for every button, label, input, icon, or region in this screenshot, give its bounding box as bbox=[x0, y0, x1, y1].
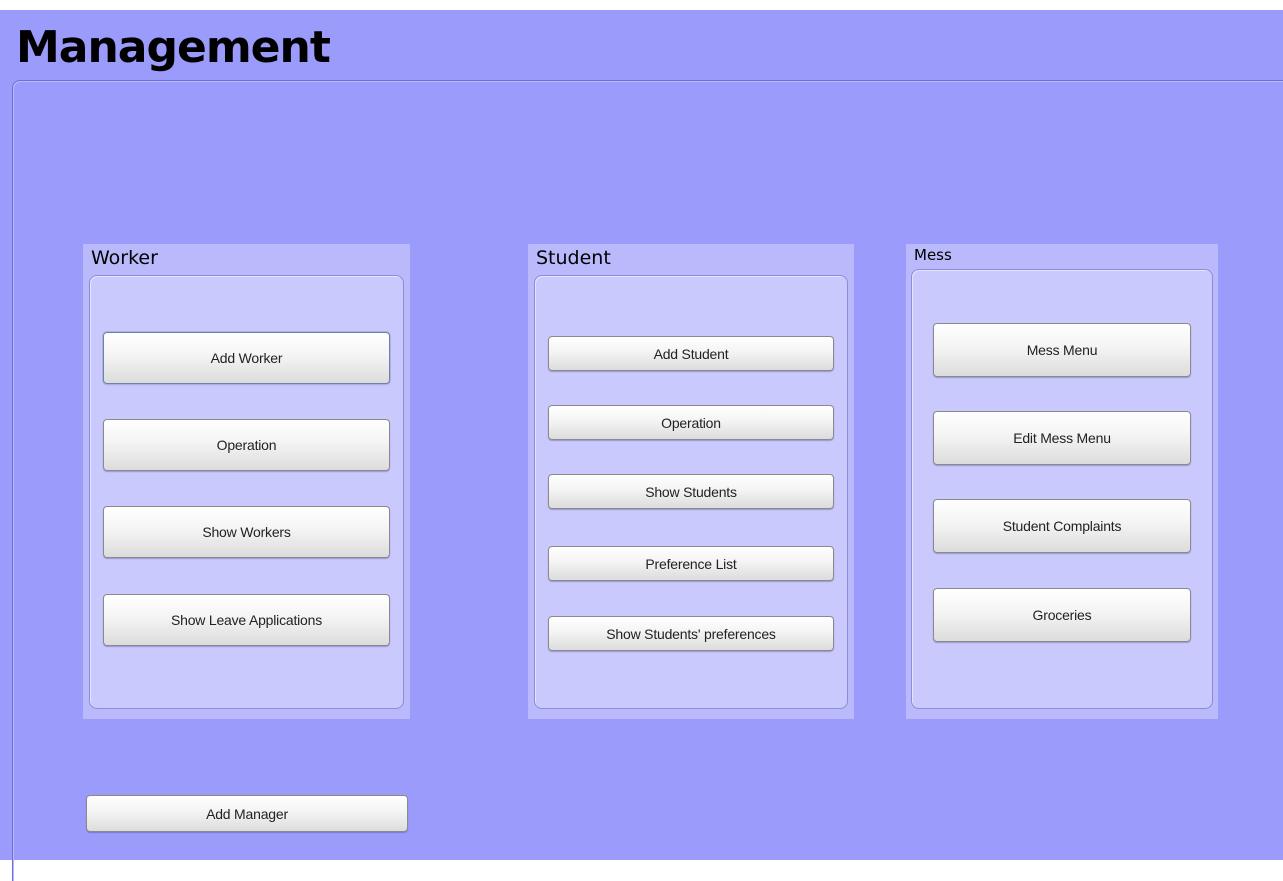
mess-menu-button[interactable]: Mess Menu bbox=[933, 323, 1191, 377]
show-students-preferences-button[interactable]: Show Students' preferences bbox=[548, 616, 834, 651]
worker-panel: Worker Add Worker Operation Show Workers… bbox=[83, 244, 410, 719]
student-complaints-button[interactable]: Student Complaints bbox=[933, 499, 1191, 553]
student-panel: Student Add Student Operation Show Stude… bbox=[528, 244, 854, 719]
groceries-button[interactable]: Groceries bbox=[933, 588, 1191, 642]
page-title: Management bbox=[16, 22, 331, 73]
student-operation-button[interactable]: Operation bbox=[548, 405, 834, 440]
show-leave-applications-button[interactable]: Show Leave Applications bbox=[103, 594, 390, 646]
worker-panel-title: Worker bbox=[91, 247, 158, 269]
edit-mess-menu-button[interactable]: Edit Mess Menu bbox=[933, 411, 1191, 465]
add-student-button[interactable]: Add Student bbox=[548, 336, 834, 371]
mess-panel-title: Mess bbox=[914, 246, 952, 264]
student-panel-title: Student bbox=[536, 247, 611, 269]
mess-panel: Mess Mess Menu Edit Mess Menu Student Co… bbox=[906, 244, 1218, 719]
add-worker-button[interactable]: Add Worker bbox=[103, 332, 390, 384]
show-workers-button[interactable]: Show Workers bbox=[103, 506, 390, 558]
worker-operation-button[interactable]: Operation bbox=[103, 419, 390, 471]
show-students-button[interactable]: Show Students bbox=[548, 474, 834, 509]
add-manager-button[interactable]: Add Manager bbox=[86, 795, 408, 832]
management-window: Management Worker Add Worker Operation S… bbox=[0, 10, 1283, 881]
preference-list-button[interactable]: Preference List bbox=[548, 546, 834, 581]
